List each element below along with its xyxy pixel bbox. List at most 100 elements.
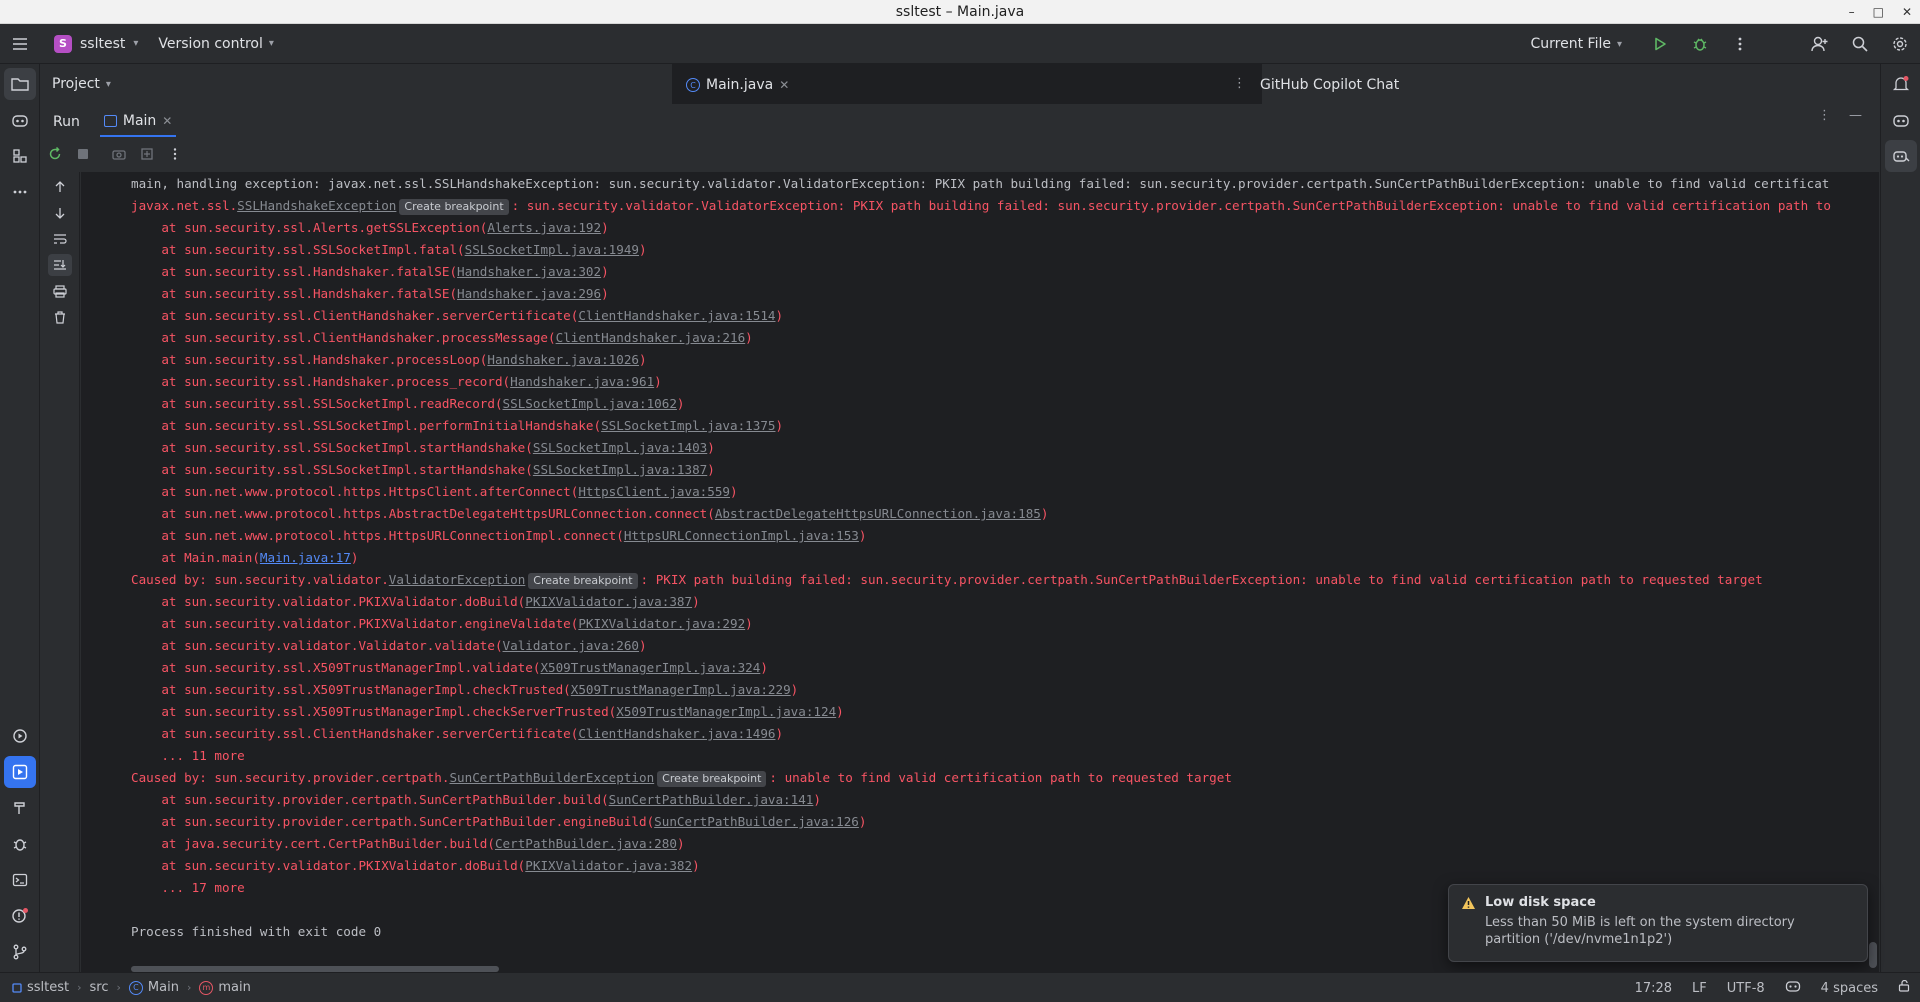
run-button[interactable] [1640, 24, 1680, 64]
search-icon[interactable] [1840, 24, 1880, 64]
print-icon[interactable] [48, 280, 72, 302]
notifications-bell-icon[interactable] [1885, 68, 1917, 100]
project-tool-folder-icon[interactable] [4, 68, 36, 100]
source-link[interactable]: X509TrustManagerImpl.java:324 [540, 660, 760, 675]
terminal-icon[interactable] [4, 864, 36, 896]
run-config-icon [103, 115, 117, 127]
indent-setting[interactable]: 4 spaces [1821, 981, 1878, 996]
console-output[interactable]: main, handling exception: javax.net.ssl.… [81, 172, 1879, 972]
copilot-icon[interactable] [1885, 104, 1917, 136]
editor-tabs-more-icon[interactable]: ⋮ [1233, 76, 1246, 91]
java-class-icon: C [128, 980, 143, 995]
source-link[interactable]: CertPathBuilder.java:280 [495, 836, 677, 851]
copilot-icon[interactable] [4, 104, 36, 136]
build-hammer-icon[interactable] [4, 792, 36, 824]
source-link[interactable]: SSLSocketImpl.java:1375 [601, 418, 775, 433]
source-link[interactable]: Alerts.java:192 [487, 220, 601, 235]
project-tool-header[interactable]: Project ▾ [52, 76, 111, 92]
breadcrumb-src[interactable]: src [90, 980, 109, 995]
more-options-icon[interactable] [164, 143, 186, 165]
breadcrumb-method[interactable]: m main [199, 980, 251, 995]
more-actions-icon[interactable] [1720, 24, 1760, 64]
module-icon [12, 982, 22, 993]
arrow-down-icon[interactable] [48, 202, 72, 224]
source-link[interactable]: SunCertPathBuilder.java:141 [609, 792, 814, 807]
clear-all-trash-icon[interactable] [48, 306, 72, 328]
close-tab-icon[interactable]: ✕ [162, 114, 172, 128]
source-link[interactable]: SSLSocketImpl.java:1949 [465, 242, 639, 257]
stop-icon[interactable] [72, 143, 94, 165]
more-tools-icon[interactable] [4, 176, 36, 208]
source-link[interactable]: ClientHandshaker.java:216 [556, 330, 746, 345]
source-link[interactable]: AbstractDelegateHttpsURLConnection.java:… [715, 506, 1041, 521]
camera-icon[interactable] [108, 143, 130, 165]
add-user-icon[interactable] [1800, 24, 1840, 64]
file-encoding[interactable]: UTF-8 [1727, 981, 1765, 996]
soft-wrap-icon[interactable] [48, 228, 72, 250]
source-link[interactable]: SSLSocketImpl.java:1387 [533, 462, 707, 477]
run-config-selector[interactable]: Current File ▾ [1531, 36, 1623, 52]
line-separator[interactable]: LF [1692, 981, 1707, 996]
source-link[interactable]: PKIXValidator.java:382 [525, 858, 692, 873]
exception-link[interactable]: ValidatorException [389, 572, 525, 587]
stack-frame-line: at sun.net.www.protocol.https.AbstractDe… [131, 506, 1049, 521]
breadcrumb-class[interactable]: C Main [128, 980, 179, 995]
git-branch-icon[interactable] [4, 936, 36, 968]
source-link[interactable]: X509TrustManagerImpl.java:124 [616, 704, 836, 719]
problems-icon[interactable] [4, 900, 36, 932]
breadcrumb-project[interactable]: ssltest [12, 980, 69, 995]
services-icon[interactable] [4, 720, 36, 752]
source-link[interactable]: ClientHandshaker.java:1496 [578, 726, 775, 741]
read-only-lock-icon[interactable] [1898, 979, 1910, 996]
more-frames-line[interactable]: ... 17 more [131, 877, 244, 899]
restore-layout-icon[interactable] [136, 143, 158, 165]
rerun-icon[interactable] [44, 143, 66, 165]
exception-link[interactable]: SSLHandshakeException [237, 198, 396, 213]
source-link[interactable]: ClientHandshaker.java:1514 [578, 308, 775, 323]
minimize-icon[interactable]: – [1849, 5, 1855, 19]
run-tab-main[interactable]: Main ✕ [99, 107, 177, 137]
low-disk-space-notification[interactable]: Low disk space Less than 50 MiB is left … [1448, 884, 1868, 962]
source-link[interactable]: Handshaker.java:296 [457, 286, 601, 301]
run-window-options-icon[interactable]: ⋮ [1818, 108, 1831, 123]
source-link[interactable]: PKIXValidator.java:387 [525, 594, 692, 609]
structure-icon[interactable] [4, 140, 36, 172]
hide-window-icon[interactable]: — [1849, 108, 1862, 123]
create-breakpoint-button[interactable]: Create breakpoint [657, 771, 767, 787]
project-switcher[interactable]: S ssltest ▾ [54, 34, 138, 53]
copilot-chat-icon[interactable] [1885, 140, 1917, 172]
debug-button[interactable] [1680, 24, 1720, 64]
copilot-status-icon[interactable] [1785, 979, 1801, 997]
close-window-icon[interactable]: ✕ [1902, 5, 1912, 19]
source-link[interactable]: Handshaker.java:961 [510, 374, 654, 389]
project-name: ssltest [80, 35, 126, 52]
source-link[interactable]: HttpsClient.java:559 [578, 484, 730, 499]
stack-frame-line: at java.security.cert.CertPathBuilder.bu… [131, 836, 685, 851]
main-menu-icon[interactable] [0, 24, 40, 64]
exception-link[interactable]: SunCertPathBuilderException [449, 770, 654, 785]
create-breakpoint-button[interactable]: Create breakpoint [528, 573, 638, 589]
arrow-up-icon[interactable] [48, 176, 72, 198]
source-link[interactable]: SSLSocketImpl.java:1403 [533, 440, 707, 455]
source-link[interactable]: Handshaker.java:1026 [487, 352, 639, 367]
source-link[interactable]: Main.java:17 [260, 550, 351, 565]
source-link[interactable]: Handshaker.java:302 [457, 264, 601, 279]
close-tab-icon[interactable]: ✕ [779, 78, 789, 92]
settings-gear-icon[interactable] [1880, 24, 1920, 64]
source-link[interactable]: Validator.java:260 [503, 638, 639, 653]
more-frames-line[interactable]: ... 11 more [131, 745, 244, 767]
cursor-position[interactable]: 17:28 [1635, 981, 1672, 996]
source-link[interactable]: SSLSocketImpl.java:1062 [503, 396, 677, 411]
version-control-menu[interactable]: Version control ▾ [158, 36, 274, 52]
debug-tool-icon[interactable] [4, 828, 36, 860]
vertical-scrollbar[interactable] [1869, 942, 1877, 968]
create-breakpoint-button[interactable]: Create breakpoint [399, 199, 509, 215]
source-link[interactable]: SunCertPathBuilder.java:126 [654, 814, 859, 829]
source-link[interactable]: HttpsURLConnectionImpl.java:153 [624, 528, 859, 543]
source-link[interactable]: X509TrustManagerImpl.java:229 [571, 682, 791, 697]
run-tool-icon[interactable] [4, 756, 36, 788]
editor-tab-main-java[interactable]: C Main.java ✕ [686, 77, 789, 93]
scroll-to-end-icon[interactable] [48, 254, 72, 276]
maximize-icon[interactable]: □ [1873, 5, 1884, 19]
source-link[interactable]: PKIXValidator.java:292 [578, 616, 745, 631]
